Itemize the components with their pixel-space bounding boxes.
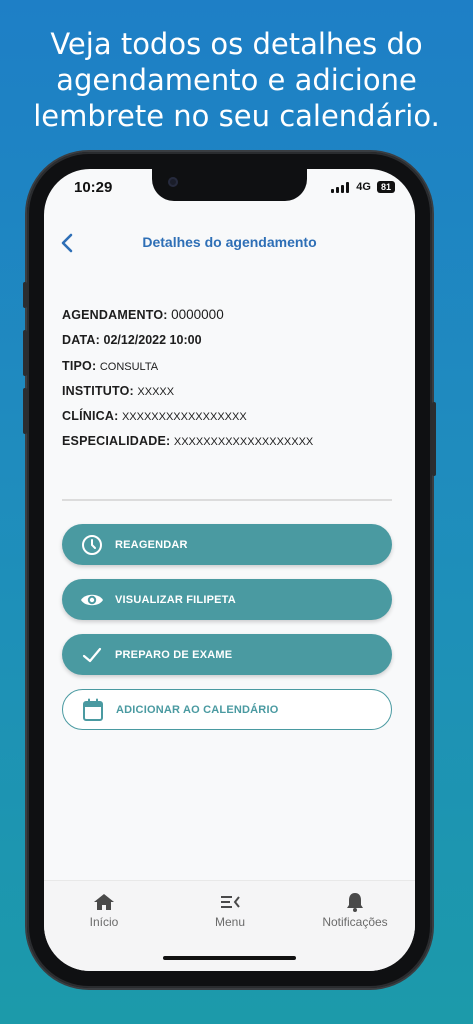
detail-label: ESPECIALIDADE:	[62, 434, 171, 449]
add-to-calendar-label: ADICIONAR AO CALENDÁRIO	[116, 703, 279, 716]
promo-line-1: Veja todos os detalhes do	[50, 27, 423, 61]
notch	[152, 169, 307, 201]
side-button-volume-up	[23, 330, 27, 376]
detail-label: AGENDAMENTO:	[62, 308, 168, 322]
tab-label: Início	[89, 915, 119, 929]
detail-label: CLÍNICA:	[62, 409, 119, 424]
app-header: Detalhes do agendamento	[44, 229, 415, 259]
status-indicators: 4G 81	[331, 181, 395, 193]
reschedule-button[interactable]: REAGENDAR	[62, 524, 392, 565]
detail-especialidade: ESPECIALIDADE: XXXXXXXXXXXXXXXXXXX	[62, 432, 402, 457]
reschedule-label: REAGENDAR	[115, 538, 188, 551]
promo-line-3: lembrete no seu calendário.	[33, 99, 440, 133]
add-to-calendar-button[interactable]: ADICIONAR AO CALENDÁRIO	[62, 689, 392, 730]
exam-prep-label: PREPARO DE EXAME	[115, 648, 233, 661]
detail-value: CONSULTA	[99, 360, 159, 373]
tab-menu[interactable]: Menu	[175, 891, 285, 929]
status-time: 10:29	[74, 179, 113, 196]
detail-value: XXXXXXXXXXXXXXXXXXX	[173, 436, 314, 449]
promo-line-2: agendamento e adicione	[56, 63, 417, 97]
menu-icon	[175, 891, 285, 913]
battery-icon: 81	[376, 181, 395, 193]
detail-value: 0000000	[171, 307, 224, 322]
detail-instituto: INSTITUTO: XXXXX	[62, 382, 402, 407]
tab-inicio[interactable]: Início	[49, 891, 159, 929]
exam-prep-button[interactable]: PREPARO DE EXAME	[62, 634, 392, 675]
page-title: Detalhes do agendamento	[142, 234, 317, 250]
view-filipeta-button[interactable]: VISUALIZAR FILIPETA	[62, 579, 392, 620]
detail-label: INSTITUTO:	[62, 383, 134, 398]
promo-headline: Veja todos os detalhes do agendamento e …	[0, 26, 473, 134]
home-indicator	[163, 956, 296, 960]
detail-label: TIPO:	[62, 358, 97, 373]
check-icon	[80, 643, 104, 667]
eye-icon	[80, 588, 104, 612]
bell-icon	[300, 891, 410, 913]
appointment-details: AGENDAMENTO: 0000000 DATA: 02/12/2022 10…	[62, 306, 402, 458]
detail-label: DATA:	[62, 333, 101, 348]
side-button-mute	[23, 282, 27, 308]
detail-value: XXXXXXXXXXXXXXXXX	[121, 411, 247, 424]
detail-tipo: TIPO: CONSULTA	[62, 357, 402, 382]
phone-frame: 10:29 4G 81 Detalhes do agendamento AGEN…	[23, 152, 436, 988]
detail-agendamento: AGENDAMENTO: 0000000	[62, 306, 402, 331]
tab-notificacoes[interactable]: Notificações	[300, 891, 410, 929]
detail-clinica: CLÍNICA: XXXXXXXXXXXXXXXXX	[62, 407, 402, 432]
network-type: 4G	[356, 181, 371, 193]
clock-icon	[80, 533, 104, 557]
signal-icon	[331, 181, 350, 193]
detail-value: XXXXX	[137, 385, 175, 398]
view-filipeta-label: VISUALIZAR FILIPETA	[115, 593, 236, 606]
tab-label: Notificações	[322, 915, 388, 929]
app-screen: 10:29 4G 81 Detalhes do agendamento AGEN…	[44, 169, 415, 971]
calendar-icon	[81, 698, 105, 722]
detail-data: DATA: 02/12/2022 10:00	[62, 331, 402, 356]
divider	[62, 499, 392, 501]
camera-icon	[168, 177, 178, 187]
side-button-power	[432, 402, 436, 476]
home-icon	[49, 891, 159, 913]
side-button-volume-down	[23, 388, 27, 434]
detail-value: 02/12/2022 10:00	[103, 333, 202, 348]
tab-label: Menu	[214, 915, 246, 929]
